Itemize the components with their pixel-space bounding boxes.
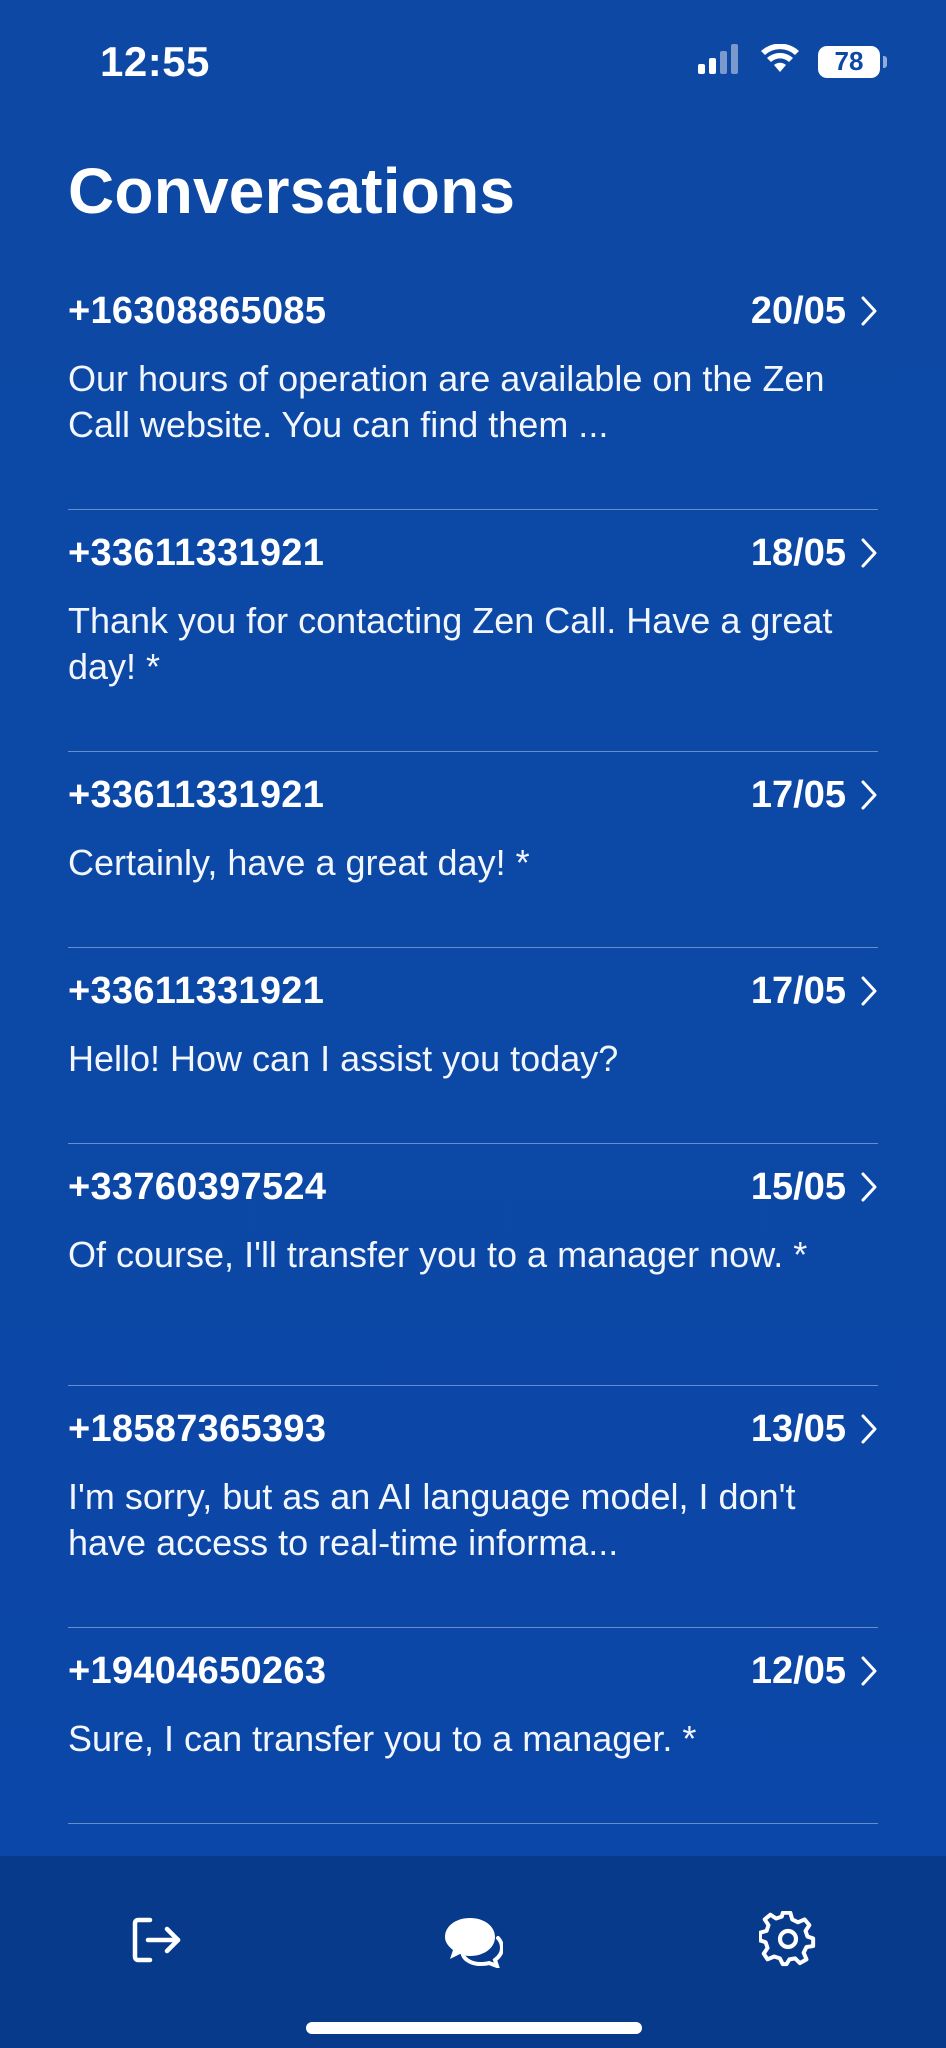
conversation-row[interactable]: +33611331921 17/05 Hello! How can I assi… [68,948,878,1144]
conversation-date: 12/05 [750,1649,846,1692]
battery-icon: 78 [818,45,887,78]
conversation-number: +33760397524 [68,1165,327,1208]
conversation-date: 15/05 [750,1165,846,1208]
conversation-number: +16308865085 [68,289,327,332]
conversation-date: 20/05 [750,289,846,332]
conversation-number: +33611331921 [68,773,325,816]
settings-button[interactable] [756,1908,820,1972]
conversation-date: 18/05 [750,531,846,574]
conversation-row[interactable]: +33611331921 17/05 Certainly, have a gre… [68,752,878,948]
conversation-date: 13/05 [750,1407,846,1450]
cellular-signal-icon [698,44,742,79]
conversation-preview: Sure, I can transfer you to a manager. * [68,1718,697,1759]
conversation-row[interactable]: +19404650263 12/05 Sure, I can transfer … [68,1628,878,1824]
conversation-row[interactable]: +16308865085 20/05 Our hours of operatio… [68,268,878,510]
conversation-row[interactable]: +18587365393 13/05 I'm sorry, but as an … [68,1386,878,1628]
conversation-row[interactable]: +33611331921 18/05 Thank you for contact… [68,510,878,752]
conversation-preview: I'm sorry, but as an AI language model, … [68,1476,796,1563]
conversation-date: 17/05 [750,773,846,816]
chevron-right-icon [861,780,877,810]
conversation-number: +33611331921 [68,969,325,1012]
conversation-number: +19404650263 [68,1649,327,1692]
gear-icon [759,1911,816,1967]
chat-bubbles-icon [445,1918,503,1968]
conversation-preview: Hello! How can I assist you today? [68,1038,619,1079]
tab-bar [0,1856,946,2048]
conversation-preview: Of course, I'll transfer you to a manage… [68,1234,808,1275]
conversation-preview: Our hours of operation are available on … [68,358,825,445]
chevron-right-icon [861,976,877,1006]
conversation-row[interactable]: +33760397524 15/05 Of course, I'll trans… [68,1144,878,1386]
logout-icon [132,1917,181,1963]
conversation-date: 17/05 [750,969,846,1012]
chevron-right-icon [861,1656,877,1686]
status-bar: 12:55 78 [0,0,946,120]
wifi-icon [760,43,800,79]
chevron-right-icon [861,1172,877,1202]
status-time: 12:55 [100,38,210,85]
chevron-right-icon [861,296,877,326]
conversation-number: +18587365393 [68,1407,327,1450]
conversation-number: +33611331921 [68,531,325,574]
chevron-right-icon [861,1414,877,1444]
home-indicator[interactable] [306,2022,642,2034]
chevron-right-icon [861,538,877,568]
status-icons: 78 [698,43,887,79]
conversation-preview: Certainly, have a great day! * [68,842,530,883]
logout-button[interactable] [124,1908,188,1972]
conversations-tab[interactable] [441,1908,505,1972]
conversation-list[interactable]: +16308865085 20/05 Our hours of operatio… [68,268,878,1856]
conversation-preview: Thank you for contacting Zen Call. Have … [68,600,833,687]
page-title: Conversations [68,155,516,227]
